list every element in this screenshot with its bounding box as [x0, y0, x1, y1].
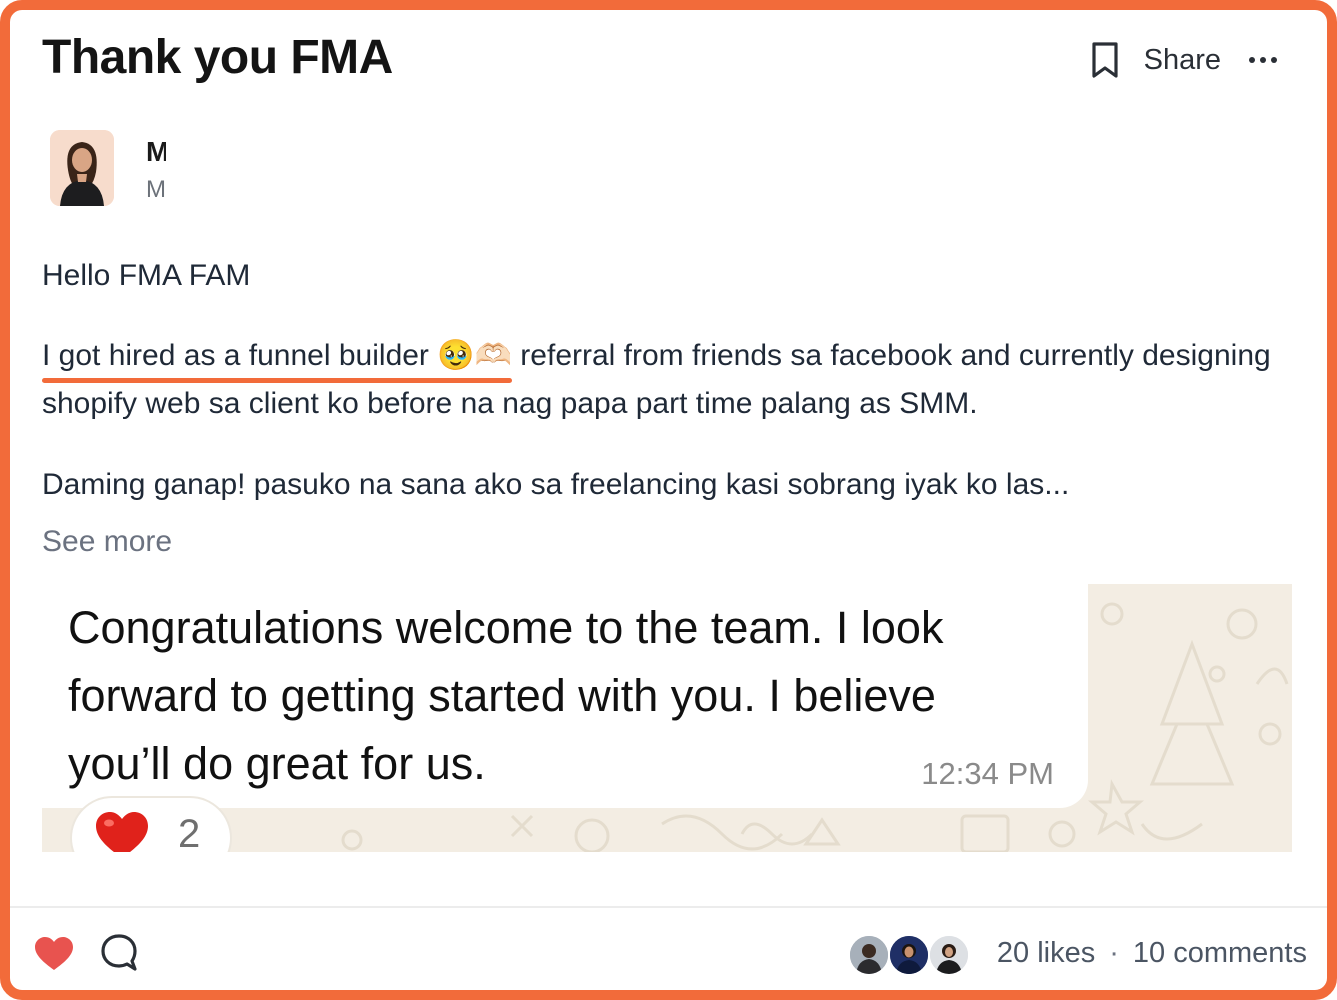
more-dots-icon[interactable] [1249, 40, 1277, 80]
liker-avatar [848, 934, 890, 976]
attached-chat-screenshot[interactable]: Congratulations welcome to the team. I l… [42, 584, 1292, 852]
chat-bubble: Congratulations welcome to the team. I l… [42, 584, 1088, 808]
author-meta: M [146, 176, 166, 203]
post-stats: 20 likes · 10 comments [997, 937, 1307, 970]
liker-avatars[interactable] [848, 934, 972, 976]
highlighted-text: I got hired as a funnel builder 🥹🫶🏻 [42, 332, 512, 383]
author-avatar[interactable] [50, 130, 114, 206]
heart-reaction-icon [96, 812, 148, 852]
comments-count[interactable]: 10 comments [1133, 937, 1307, 969]
reaction-count: 2 [178, 812, 201, 852]
chat-message-text: Congratulations welcome to the team. I l… [68, 602, 944, 789]
post-paragraph-1: I got hired as a funnel builder 🥹🫶🏻 refe… [42, 332, 1302, 428]
chat-reaction-pill: 2 [72, 798, 230, 852]
post-title: Thank you FMA [42, 31, 393, 84]
bookmark-icon[interactable] [1088, 40, 1122, 80]
likes-count[interactable]: 20 likes [997, 937, 1095, 969]
chat-timestamp: 12:34 PM [921, 756, 1054, 791]
share-button[interactable]: Share [1144, 44, 1221, 77]
see-more-link[interactable]: See more [42, 525, 172, 559]
footer-divider [10, 906, 1327, 908]
comment-icon[interactable] [100, 933, 138, 973]
liker-avatar [888, 934, 930, 976]
liker-avatar [928, 934, 970, 976]
post-greeting: Hello FMA FAM [42, 259, 251, 292]
author-name[interactable]: M [146, 136, 166, 168]
post-card: Thank you FMA Share M M Hello FMA FAM I … [0, 0, 1337, 1000]
header-actions: Share [1088, 40, 1277, 80]
heart-icon[interactable] [34, 936, 74, 972]
author-info: M M [146, 136, 166, 206]
post-paragraph-2: Daming ganap! pasuko na sana ako sa free… [42, 468, 1070, 501]
stats-separator: · [1109, 937, 1119, 969]
